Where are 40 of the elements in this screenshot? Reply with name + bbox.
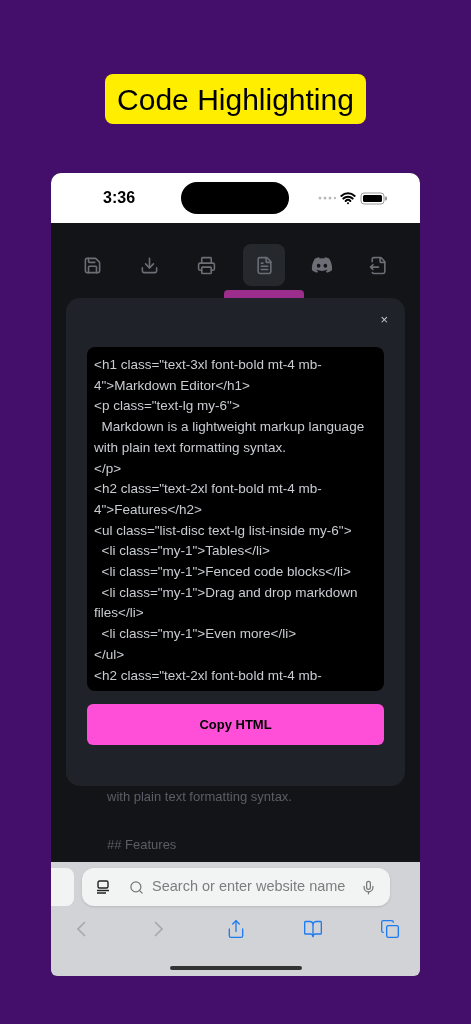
status-time: 3:36 (103, 188, 136, 208)
forward-icon (153, 921, 163, 937)
code-line: <h1 class="text-3xl font-bold mt-4 mb- (94, 356, 322, 374)
editor-text: with plain text formatting syntax. (107, 788, 292, 806)
document-icon (254, 255, 274, 275)
code-line: <li class="my-1">Tables</li> (100, 542, 270, 561)
address-field[interactable]: Search or enter website name (82, 868, 390, 906)
close-button[interactable]: × (380, 310, 388, 330)
page-menu-icon (96, 880, 110, 894)
editor-heading: ## Features (107, 836, 177, 854)
wifi-icon (340, 190, 356, 206)
code-line: with plain text formatting syntax. (94, 438, 287, 457)
code-line: <li class="my-1">Even more</li> (100, 625, 297, 644)
book-icon (302, 919, 323, 939)
signal-dots-icon (318, 196, 336, 200)
file-export-icon (369, 255, 389, 275)
code-line: <li class="my-1">Fenced code blocks</li> (100, 563, 351, 582)
code-line: <p class="text-lg my-6"> (94, 397, 240, 416)
code-line: </ul> (94, 645, 125, 664)
code-line: files</li> (94, 604, 144, 623)
code-line: 4">Markdown Editor</h1> (94, 376, 250, 395)
back-icon (76, 921, 86, 937)
code-line: <h2 class="text-2xl font-bold mt-4 mb- (94, 480, 322, 499)
microphone-icon (361, 879, 376, 895)
code-line: 4">Features</h2> (94, 500, 202, 519)
code-line: <h2 class="text-2xl font-bold mt-4 mb- (94, 666, 322, 685)
copy-html-button[interactable]: Copy HTML (87, 704, 384, 745)
battery-icon (360, 191, 388, 205)
code-line: Markdown is a lightweight markup language (100, 418, 365, 437)
toolbar-button[interactable] (243, 244, 286, 286)
title-badge: Code Highlighting (105, 74, 366, 124)
save-icon (82, 255, 102, 275)
tabs-icon (380, 919, 400, 939)
code-line: <li class="my-1">Drag and drop markdown (100, 583, 358, 602)
printer-icon (197, 255, 217, 275)
address-placeholder: Search or enter website name (152, 877, 346, 897)
code-line: </p> (94, 459, 122, 478)
code-line: <ul class="list-disc text-lg list-inside my-6"> (94, 521, 352, 540)
search-icon (129, 879, 144, 895)
download-icon (139, 255, 159, 275)
